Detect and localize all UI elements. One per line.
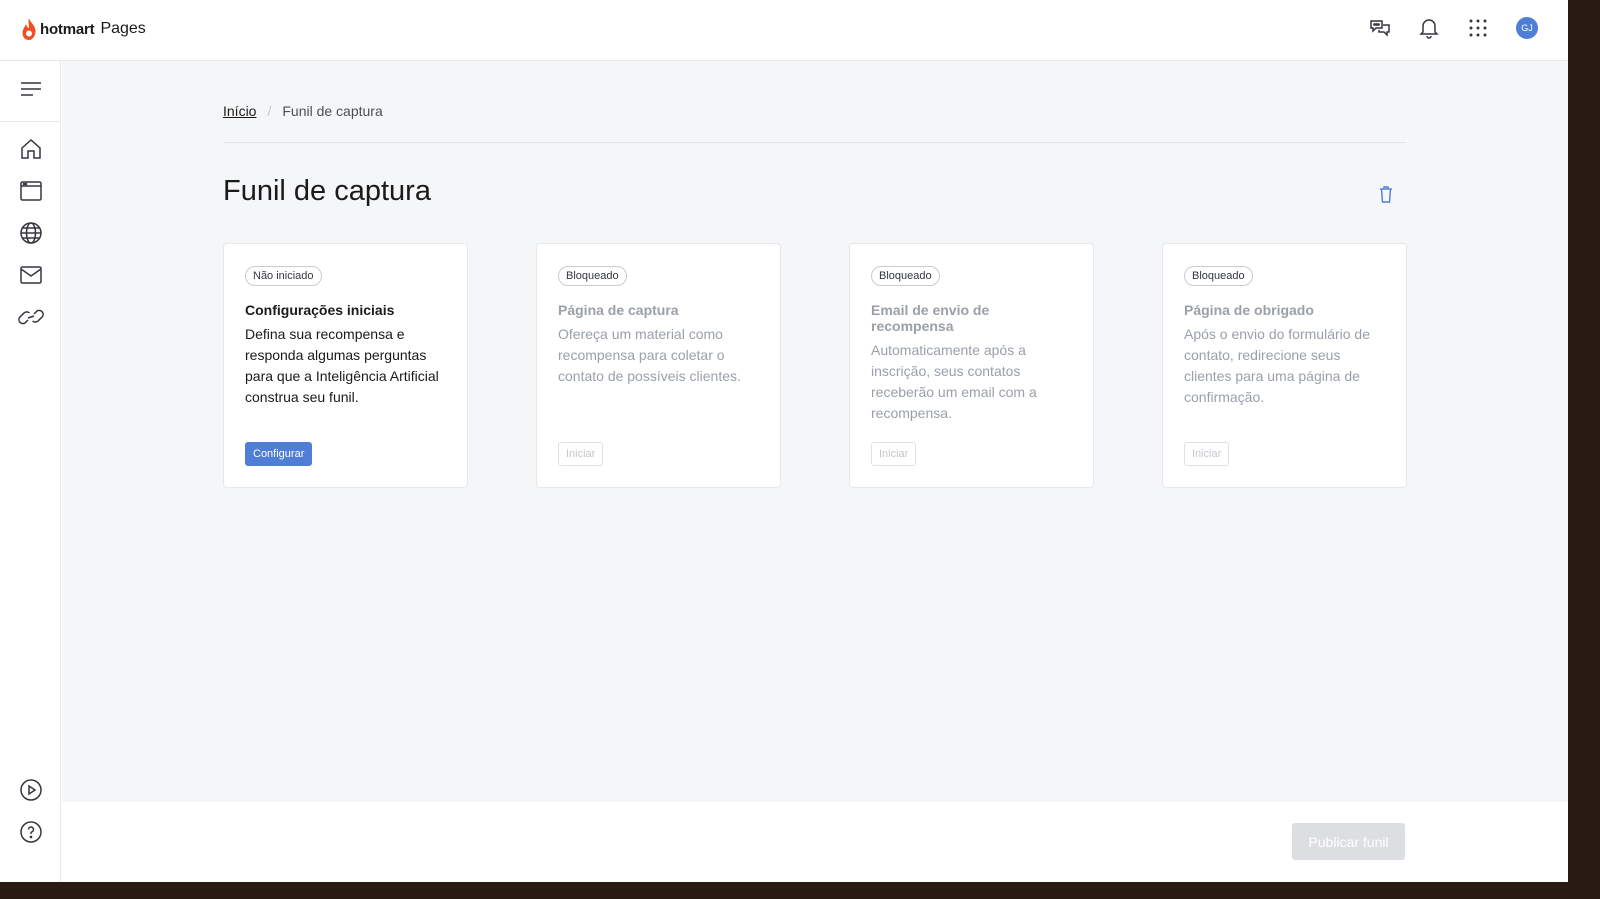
card-title: Página de obrigado — [1184, 302, 1314, 318]
sidebar — [0, 61, 61, 882]
browser-icon[interactable] — [18, 178, 44, 204]
apps-grid-icon[interactable] — [1467, 17, 1489, 39]
top-actions: GJ — [1369, 17, 1538, 39]
card-title: Email de envio de recompensa — [871, 302, 990, 334]
start-button[interactable]: Iniciar — [558, 442, 604, 466]
play-icon[interactable] — [18, 777, 44, 803]
main-content: Início / Funil de captura Funil de captu… — [62, 61, 1568, 802]
configure-button[interactable]: Configurar — [245, 442, 313, 466]
link-icon[interactable] — [18, 304, 44, 330]
funnel-steps: Não iniciado Configurações iniciais Defi… — [223, 243, 1407, 488]
flame-icon — [22, 18, 36, 40]
start-button[interactable]: Iniciar — [871, 442, 917, 466]
home-icon[interactable] — [18, 136, 44, 162]
card-description: Automaticamente após a inscrição, seus c… — [871, 342, 1037, 421]
status-badge: Bloqueado — [1184, 266, 1253, 286]
card-description: Após o envio do formulário de contato, r… — [1184, 326, 1370, 405]
sidebar-divider — [0, 121, 61, 122]
help-icon[interactable] — [18, 819, 44, 845]
status-badge: Bloqueado — [871, 266, 940, 286]
card-description: Ofereça um material como recompensa para… — [558, 326, 741, 384]
step-card-thank-you-page: Bloqueado Página de obrigado Após o envi… — [1162, 243, 1407, 488]
chat-icon[interactable] — [1369, 17, 1391, 39]
brand-name: hotmart — [40, 20, 95, 38]
breadcrumb-separator: / — [267, 103, 272, 119]
start-button[interactable]: Iniciar — [1184, 442, 1230, 466]
footer-bar: Publicar funil — [62, 802, 1568, 882]
breadcrumb-current: Funil de captura — [282, 103, 383, 119]
page-title: Funil de captura — [223, 175, 431, 207]
app-window: hotmart Pages GJ Início / Funil de captu… — [0, 0, 1568, 882]
bell-icon[interactable] — [1418, 17, 1440, 39]
menu-icon[interactable] — [19, 79, 43, 99]
card-title: Configurações iniciais — [245, 302, 395, 318]
hotmart-logo[interactable]: hotmart Pages — [20, 17, 146, 41]
step-card-reward-email: Bloqueado Email de envio de recompensa A… — [849, 243, 1094, 488]
card-title: Página de captura — [558, 302, 679, 318]
top-bar: hotmart Pages GJ — [0, 0, 1568, 61]
status-badge: Bloqueado — [558, 266, 627, 286]
breadcrumb-home-link[interactable]: Início — [223, 103, 256, 119]
publish-funnel-button[interactable]: Publicar funil — [1292, 823, 1405, 860]
product-name: Pages — [100, 20, 146, 37]
step-card-initial-setup: Não iniciado Configurações iniciais Defi… — [223, 243, 468, 488]
card-description: Defina sua recompensa e responda algumas… — [245, 326, 439, 405]
breadcrumb-divider — [223, 142, 1406, 143]
step-card-capture-page: Bloqueado Página de captura Ofereça um m… — [536, 243, 781, 488]
globe-icon[interactable] — [18, 220, 44, 246]
avatar[interactable]: GJ — [1516, 17, 1538, 39]
mail-icon[interactable] — [18, 262, 44, 288]
breadcrumb: Início / Funil de captura — [223, 103, 383, 119]
status-badge: Não iniciado — [245, 266, 322, 286]
trash-icon[interactable] — [1377, 184, 1395, 204]
